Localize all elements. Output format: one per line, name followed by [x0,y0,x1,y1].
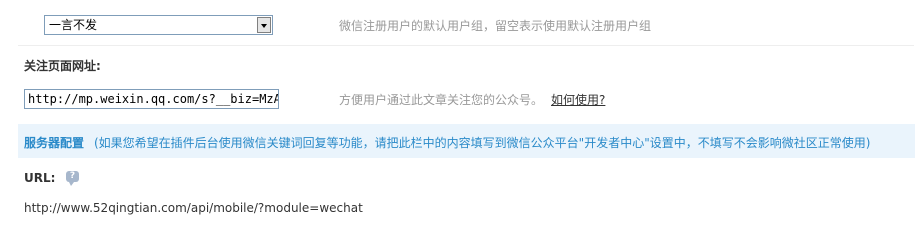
chevron-down-icon[interactable] [257,17,271,33]
follow-page-label: 关注页面网址: [24,59,101,73]
follow-page-hint-row: 方便用户通过此文章关注您的公众号。 如何使用? [339,91,605,108]
url-value: http://www.52qingtian.com/api/mobile/?mo… [24,201,363,215]
url-label: URL: [24,171,56,185]
server-config-title: 服务器配置 [24,136,85,150]
user-group-hint: 微信注册用户的默认用户组，留空表示使用默认注册用户组 [339,19,652,33]
server-config-section: 服务器配置 (如果您希望在插件后台使用微信关键词回复等功能，请把此栏中的内容填写… [18,124,915,158]
server-config-note: (如果您希望在插件后台使用微信关键词回复等功能，请把此栏中的内容填写到微信公众平… [94,136,871,150]
follow-page-hint: 方便用户通过此文章关注您的公众号。 [339,93,544,107]
help-chat-icon[interactable]: ? [66,171,79,186]
user-group-select-value: 一言不发 [49,18,98,32]
divider [18,45,914,46]
user-group-select[interactable]: 一言不发 [44,15,273,35]
follow-page-url-input[interactable]: http://mp.weixin.qq.com/s?__biz=MzA5( [24,89,279,109]
help-icon-glyph: ? [69,171,76,181]
how-to-use-link[interactable]: 如何使用? [551,93,605,107]
